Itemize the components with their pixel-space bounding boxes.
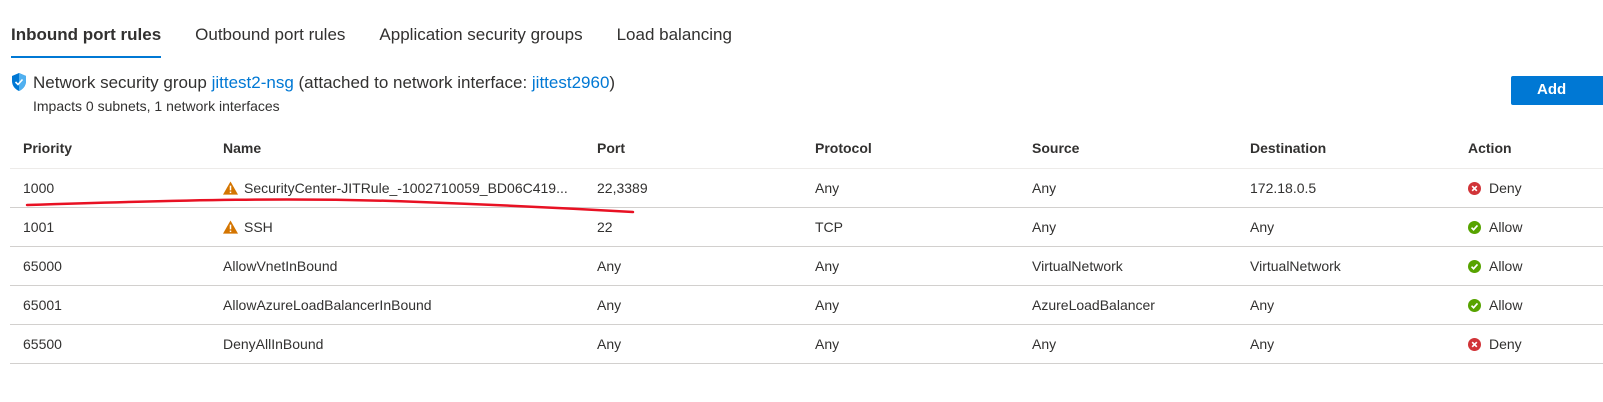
action-label: Allow <box>1489 258 1523 274</box>
nic-link[interactable]: jittest2960 <box>532 73 610 92</box>
table-row[interactable]: 1000 SecurityCenter-JITRule_-1002710059_B… <box>10 168 1603 208</box>
rule-name[interactable]: DenyAllInBound <box>223 336 323 352</box>
table-row[interactable]: 1001 SSH 22 TCP Any Any Allow <box>10 207 1603 247</box>
nsg-description: Network security group jittest2-nsg (att… <box>33 72 615 94</box>
cell-name: DenyAllInBound <box>210 324 584 364</box>
cell-protocol: Any <box>802 285 1019 325</box>
cell-action: Deny <box>1455 324 1603 364</box>
allow-icon <box>1468 299 1481 312</box>
header-row: Priority Name Port Protocol Source Desti… <box>10 128 1603 169</box>
cell-protocol: TCP <box>802 207 1019 247</box>
cell-protocol: Any <box>802 324 1019 364</box>
column-header-destination[interactable]: Destination <box>1237 128 1455 169</box>
cell-action: Deny <box>1455 168 1603 208</box>
tab-load-balancing[interactable]: Load balancing <box>617 25 732 59</box>
cell-name: SSH <box>210 207 584 247</box>
cell-destination: Any <box>1237 207 1455 247</box>
table-row[interactable]: 65500 DenyAllInBound Any Any Any Any Deny <box>10 324 1603 364</box>
cell-source: Any <box>1019 324 1237 364</box>
cell-source: Any <box>1019 207 1237 247</box>
add-button[interactable]: Add <box>1511 76 1603 105</box>
rule-name[interactable]: AllowAzureLoadBalancerInBound <box>223 297 432 313</box>
allow-icon <box>1468 260 1481 273</box>
table-row[interactable]: 65000 AllowVnetInBound Any Any VirtualNetwor… <box>10 246 1603 286</box>
tab-inbound-port-rules[interactable]: Inbound port rules <box>11 25 162 59</box>
column-header-source[interactable]: Source <box>1019 128 1237 169</box>
cell-port: Any <box>584 246 802 286</box>
rule-name[interactable]: SSH <box>244 219 273 235</box>
action-label: Deny <box>1489 336 1522 352</box>
cell-port: 22 <box>584 207 802 247</box>
table-row[interactable]: 65001 AllowAzureLoadBalancerInBound Any Any… <box>10 285 1603 325</box>
column-header-name[interactable]: Name <box>210 128 584 169</box>
cell-action: Allow <box>1455 285 1603 325</box>
tab-bar: Inbound port rules Outbound port rules A… <box>11 25 766 59</box>
impacts-text: Impacts 0 subnets, 1 network interfaces <box>33 98 280 114</box>
cell-name: SecurityCenter-JITRule_-1002710059_BD06C… <box>210 168 584 208</box>
tab-outbound-port-rules[interactable]: Outbound port rules <box>195 25 345 59</box>
cell-action: Allow <box>1455 246 1603 286</box>
cell-destination: VirtualNetwork <box>1237 246 1455 286</box>
cell-name: AllowAzureLoadBalancerInBound <box>210 285 584 325</box>
cell-priority: 1001 <box>10 207 210 247</box>
cell-source: AzureLoadBalancer <box>1019 285 1237 325</box>
rules-table: Priority Name Port Protocol Source Desti… <box>10 128 1603 364</box>
cell-source: VirtualNetwork <box>1019 246 1237 286</box>
cell-priority: 1000 <box>10 168 210 208</box>
shield-icon <box>12 73 26 91</box>
cell-action: Allow <box>1455 207 1603 247</box>
nsg-info: Network security group jittest2-nsg (att… <box>11 72 615 94</box>
deny-icon <box>1468 338 1481 351</box>
action-label: Allow <box>1489 219 1523 235</box>
cell-priority: 65001 <box>10 285 210 325</box>
cell-destination: Any <box>1237 324 1455 364</box>
column-header-port[interactable]: Port <box>584 128 802 169</box>
warning-icon <box>223 181 238 195</box>
action-label: Allow <box>1489 297 1523 313</box>
nsg-suffix: ) <box>609 73 616 92</box>
cell-destination: Any <box>1237 285 1455 325</box>
column-header-action[interactable]: Action <box>1455 128 1603 169</box>
deny-icon <box>1468 182 1481 195</box>
warning-icon <box>223 220 238 234</box>
rule-name[interactable]: AllowVnetInBound <box>223 258 337 274</box>
column-header-protocol[interactable]: Protocol <box>802 128 1019 169</box>
nsg-prefix: Network security group <box>33 73 212 92</box>
allow-icon <box>1468 221 1481 234</box>
cell-name: AllowVnetInBound <box>210 246 584 286</box>
cell-source: Any <box>1019 168 1237 208</box>
action-label: Deny <box>1489 180 1522 196</box>
cell-port: Any <box>584 285 802 325</box>
cell-protocol: Any <box>802 168 1019 208</box>
tab-application-security-groups[interactable]: Application security groups <box>379 25 582 59</box>
rule-name[interactable]: SecurityCenter-JITRule_-1002710059_BD06C… <box>244 180 568 196</box>
cell-protocol: Any <box>802 246 1019 286</box>
cell-port: Any <box>584 324 802 364</box>
cell-priority: 65000 <box>10 246 210 286</box>
cell-destination: 172.18.0.5 <box>1237 168 1455 208</box>
cell-port: 22,3389 <box>584 168 802 208</box>
nsg-middle: (attached to network interface: <box>293 73 532 92</box>
nsg-link[interactable]: jittest2-nsg <box>212 73 294 92</box>
column-header-priority[interactable]: Priority <box>10 128 210 169</box>
cell-priority: 65500 <box>10 324 210 364</box>
